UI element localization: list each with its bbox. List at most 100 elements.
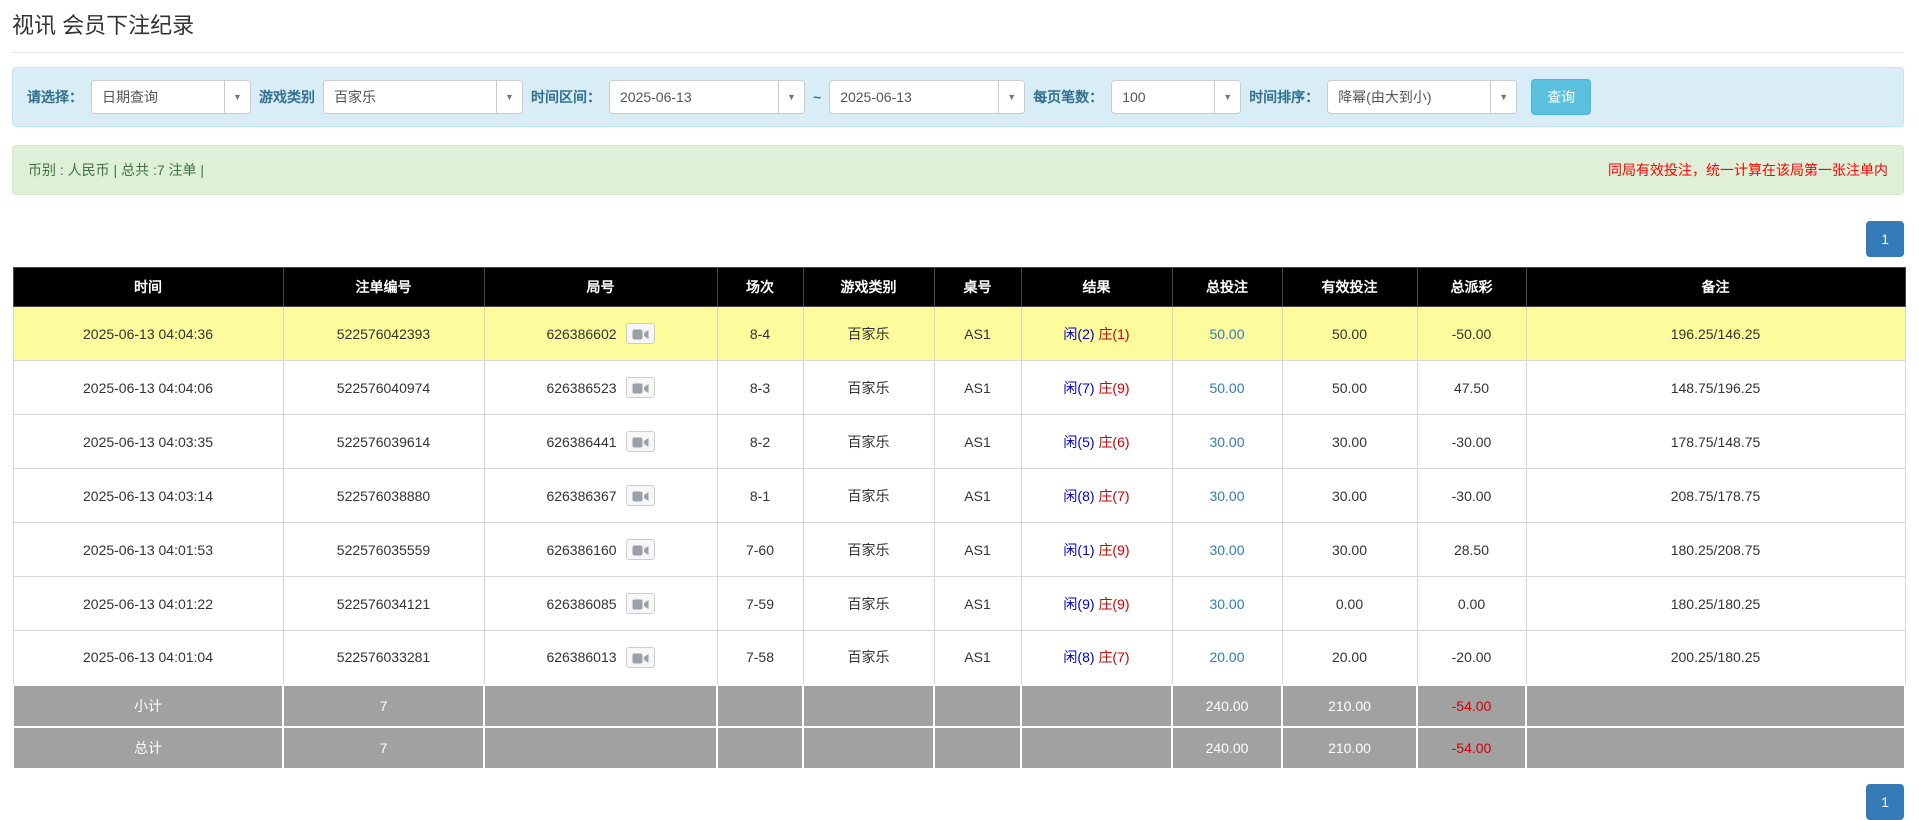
total-payout: -54.00 (1417, 727, 1526, 769)
cell-round-id: 626386160 (484, 523, 717, 577)
total-bet-link[interactable]: 30.00 (1209, 434, 1244, 450)
col-header-result: 结果 (1021, 268, 1172, 307)
cell-payout: -50.00 (1417, 307, 1526, 361)
video-camera-icon (632, 382, 649, 398)
page-number-button[interactable]: 1 (1866, 221, 1904, 257)
cell-total-bet: 50.00 (1172, 307, 1282, 361)
col-header-bet-id: 注单编号 (283, 268, 484, 307)
page-size-label: 每页笔数： (1033, 87, 1103, 107)
video-camera-icon-button[interactable] (626, 431, 655, 452)
table-row: 2025-06-13 04:01:04522576033281 626386013… (13, 631, 1905, 685)
cell-result: 闲(2) 庄(1) (1021, 307, 1172, 361)
cell-session: 8-1 (717, 469, 803, 523)
video-camera-icon-button[interactable] (626, 323, 655, 344)
col-header-remark: 备注 (1526, 268, 1905, 307)
table-row: 2025-06-13 04:01:22522576034121626386085… (13, 577, 1905, 631)
result-banker: 庄(7) (1098, 649, 1129, 665)
date-to-value: 2025-06-13 (830, 81, 998, 113)
result-player: 闲(1) (1063, 542, 1094, 558)
result-player: 闲(5) (1063, 434, 1094, 450)
cell-remark: 200.25/180.25 (1526, 631, 1905, 685)
game-type-value: 百家乐 (324, 81, 496, 113)
total-empty-cell (1526, 727, 1905, 769)
cell-payout: 47.50 (1417, 361, 1526, 415)
total-bet-link[interactable]: 30.00 (1209, 542, 1244, 558)
date-from-value: 2025-06-13 (610, 81, 778, 113)
total-bet-link[interactable]: 50.00 (1209, 326, 1244, 342)
cell-remark: 180.25/208.75 (1526, 523, 1905, 577)
round-id-text: 626386441 (546, 434, 616, 450)
total-empty-cell (484, 727, 717, 769)
video-camera-icon (632, 652, 649, 668)
total-empty-cell (803, 727, 934, 769)
video-camera-icon-button[interactable] (626, 593, 655, 614)
query-type-select[interactable]: 日期查询 ▼ (91, 80, 251, 114)
total-empty-cell (717, 727, 803, 769)
date-from-select[interactable]: 2025-06-13 ▼ (609, 80, 805, 114)
pagination-top: 1 (12, 221, 1904, 257)
cell-game-type: 百家乐 (803, 361, 934, 415)
chevron-down-icon: ▼ (496, 81, 522, 113)
cell-table-no: AS1 (934, 577, 1021, 631)
cell-valid-bet: 20.00 (1282, 631, 1417, 685)
game-type-select[interactable]: 百家乐 ▼ (323, 80, 523, 114)
cell-game-type: 百家乐 (803, 523, 934, 577)
subtotal-empty-cell (717, 685, 803, 727)
search-button[interactable]: 查询 (1531, 79, 1591, 115)
video-camera-icon (632, 436, 649, 452)
pagination-bottom: 1 (12, 784, 1904, 820)
cell-payout: 0.00 (1417, 577, 1526, 631)
cell-bet-id: 522576033281 (283, 631, 484, 685)
cell-result: 闲(8) 庄(7) (1021, 469, 1172, 523)
total-empty-cell (1021, 727, 1172, 769)
sort-order-select[interactable]: 降幂(由大到小) ▼ (1327, 80, 1517, 114)
video-camera-icon (632, 490, 649, 506)
cell-valid-bet: 50.00 (1282, 361, 1417, 415)
table-header: 时间 注单编号 局号 场次 游戏类别 桌号 结果 总投注 有效投注 总派彩 备注 (13, 268, 1905, 307)
subtotal-row: 小计 7 240.00 210.00 -54.00 (13, 685, 1905, 727)
bet-records-table: 时间 注单编号 局号 场次 游戏类别 桌号 结果 总投注 有效投注 总派彩 备注… (12, 267, 1906, 770)
table-row: 2025-06-13 04:03:14522576038880626386367… (13, 469, 1905, 523)
subtotal-payout: -54.00 (1417, 685, 1526, 727)
total-bet-link[interactable]: 20.00 (1209, 649, 1244, 665)
cell-game-type: 百家乐 (803, 307, 934, 361)
cell-total-bet: 30.00 (1172, 577, 1282, 631)
result-player: 闲(2) (1063, 326, 1094, 342)
cell-remark: 178.75/148.75 (1526, 415, 1905, 469)
query-type-label: 请选择： (27, 87, 83, 107)
cell-table-no: AS1 (934, 523, 1021, 577)
date-to-select[interactable]: 2025-06-13 ▼ (829, 80, 1025, 114)
page-number-button[interactable]: 1 (1866, 784, 1904, 820)
chevron-down-icon: ▼ (778, 81, 804, 113)
cell-remark: 196.25/146.25 (1526, 307, 1905, 361)
cell-valid-bet: 30.00 (1282, 523, 1417, 577)
cell-total-bet: 30.00 (1172, 523, 1282, 577)
result-banker: 庄(9) (1098, 380, 1129, 396)
col-header-table-no: 桌号 (934, 268, 1021, 307)
cell-payout: -30.00 (1417, 469, 1526, 523)
result-banker: 庄(9) (1098, 542, 1129, 558)
col-header-round-id: 局号 (484, 268, 717, 307)
cell-time: 2025-06-13 04:01:53 (13, 523, 283, 577)
cell-total-bet: 20.00 (1172, 631, 1282, 685)
col-header-session: 场次 (717, 268, 803, 307)
filter-bar: 请选择： 日期查询 ▼ 游戏类别 百家乐 ▼ 时间区间： 2025-06-13 … (12, 67, 1904, 127)
cell-payout: 28.50 (1417, 523, 1526, 577)
page-container: 视讯 会员下注纪录 请选择： 日期查询 ▼ 游戏类别 百家乐 ▼ 时间区间： 2… (12, 8, 1904, 820)
total-bet-link[interactable]: 30.00 (1209, 596, 1244, 612)
video-camera-icon-button[interactable] (626, 377, 655, 398)
cell-result: 闲(5) 庄(6) (1021, 415, 1172, 469)
sort-order-value: 降幂(由大到小) (1328, 81, 1490, 113)
video-camera-icon-button[interactable] (626, 539, 655, 560)
video-camera-icon-button[interactable] (626, 485, 655, 506)
page-size-select[interactable]: 100 ▼ (1111, 80, 1241, 114)
cell-remark: 208.75/178.75 (1526, 469, 1905, 523)
total-bet-link[interactable]: 30.00 (1209, 488, 1244, 504)
total-bet-link[interactable]: 50.00 (1209, 380, 1244, 396)
video-camera-icon-button[interactable] (626, 647, 655, 668)
result-banker: 庄(1) (1098, 326, 1129, 342)
col-header-time: 时间 (13, 268, 283, 307)
page-title: 视讯 会员下注纪录 (12, 8, 1904, 53)
round-id-text: 626386013 (546, 649, 616, 665)
cell-time: 2025-06-13 04:01:04 (13, 631, 283, 685)
